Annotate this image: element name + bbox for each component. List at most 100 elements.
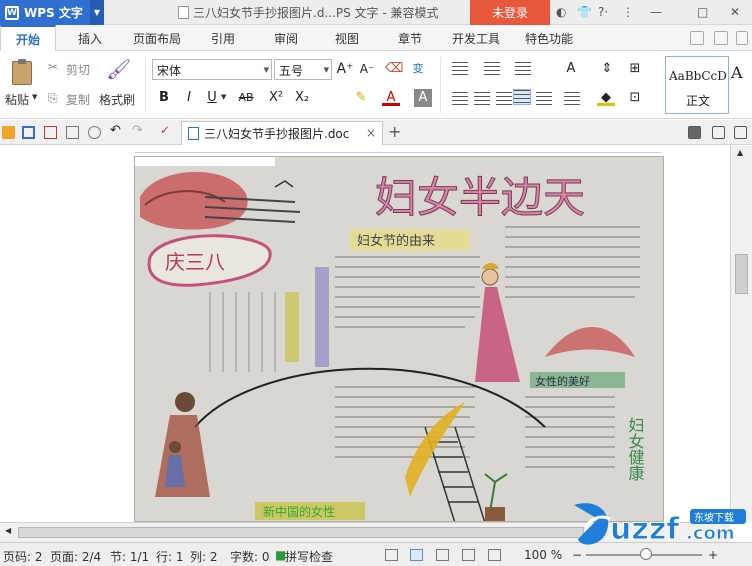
cut-button[interactable]: 剪切 [66,61,90,78]
chevron-down-icon: ▼ [323,66,329,74]
open-folder-icon[interactable] [2,126,15,139]
ribbon-tabs: 开始 插入 页面布局 引用 审阅 视图 章节 开发工具 特色功能 [0,25,752,52]
minimize-icon[interactable]: — [650,4,662,20]
strikethrough-button[interactable]: AB [234,89,258,107]
vertical-scrollbar[interactable]: ▲ [730,146,752,522]
align-center-icon[interactable] [474,92,490,106]
line-spacing-icon[interactable]: ⇕ [598,60,616,78]
more-icon[interactable] [736,31,748,45]
tab-view[interactable]: 视图 [335,25,359,51]
format-painter-button[interactable]: 格式刷 [99,91,135,108]
help-icon[interactable]: ?· [598,4,608,20]
phonetic-icon[interactable]: 变 [409,60,427,78]
sidebar-icon[interactable] [688,126,701,139]
navigation-icon[interactable] [712,126,725,139]
align-left-icon[interactable] [452,92,468,106]
bold-button[interactable]: B [155,89,173,107]
poster-image[interactable]: 庆三八 妇女半边天 妇女节的由来 女性的美好 新中国的女性 妇女健康 [134,156,664,522]
borders-icon[interactable]: ⊡ [626,89,644,107]
tab-references[interactable]: 引用 [211,25,235,51]
zoom-in-icon[interactable]: + [708,548,718,562]
distributed-icon[interactable] [536,92,552,106]
style-gallery-more[interactable]: A [731,63,743,82]
maximize-icon[interactable]: □ [697,4,708,20]
login-button[interactable]: 未登录 [470,0,550,25]
ribbon-options-icon[interactable]: ⋮ [622,4,634,20]
fullscreen-icon[interactable] [385,549,398,561]
print-preview-icon[interactable] [88,126,101,139]
align-right-icon[interactable] [496,92,512,106]
watermark-tag: 东坡下载 [694,511,734,524]
grow-font-icon[interactable]: A⁺ [336,60,354,78]
page-view-icon[interactable] [410,549,423,561]
paste-dropdown-icon[interactable]: ▼ [32,93,37,101]
redo-icon[interactable]: ↷ [132,123,145,138]
shading-icon[interactable]: ◆ [597,89,615,106]
italic-button[interactable]: I [180,89,198,107]
poster-subhead-right: 女性的美好 [535,374,590,388]
table-icon[interactable]: ⊞ [626,60,644,78]
tab-insert[interactable]: 插入 [78,25,102,51]
custom-toolbar-icon[interactable]: ✓ [160,123,173,137]
numbered-list-icon[interactable] [484,62,500,76]
document-canvas[interactable]: 庆三八 妇女半边天 妇女节的由来 女性的美好 新中国的女性 妇女健康 [0,146,730,522]
zoom-out-icon[interactable]: − [572,548,582,562]
tab-features[interactable]: 特色功能 [525,25,573,51]
scroll-left-icon[interactable]: ◀ [5,526,11,535]
collapse-ribbon-icon[interactable] [714,31,728,45]
skin-icon[interactable]: ◐ [556,4,566,20]
shrink-font-icon[interactable]: A⁻ [358,60,376,78]
zoom-value[interactable]: 100 % [524,548,562,562]
spell-check-button[interactable]: 拼写检查 [285,548,333,565]
font-size-select[interactable]: 五号 ▼ [274,59,332,80]
export-pdf-icon[interactable] [44,126,57,139]
status-page[interactable]: 页面: 2/4 [50,548,101,565]
chevron-down-icon[interactable]: ▼ [221,93,226,101]
style-name: 正文 [686,94,711,108]
horizontal-scroll-thumb[interactable] [18,527,584,538]
copy-button[interactable]: 复制 [66,91,90,108]
status-page-code[interactable]: 页码: 2 [3,548,43,565]
clear-format-icon[interactable]: ⌫ [385,60,403,78]
status-words[interactable]: 字数: 0 [230,548,270,565]
paste-button[interactable] [6,59,40,87]
close-icon[interactable]: ✕ [730,4,740,20]
print-icon[interactable] [66,126,79,139]
decrease-indent-icon[interactable] [515,62,531,76]
vertical-scroll-thumb[interactable] [735,254,748,294]
tab-home[interactable]: 开始 [0,25,56,52]
subscript-button[interactable]: X₂ [292,89,312,107]
document-tab[interactable]: 三八妇女节手抄报图片.doc × [181,121,383,145]
close-tab-icon[interactable]: × [366,126,376,140]
app-menu-button[interactable]: W WPS 文字 ▼ [0,0,104,25]
zoom-slider-knob[interactable] [640,548,653,560]
outline-view-icon[interactable] [436,549,449,561]
settings-icon[interactable] [734,126,747,139]
tab-chapter[interactable]: 章节 [398,25,422,51]
share-icon[interactable] [690,31,704,45]
tab-developer[interactable]: 开发工具 [452,25,500,51]
web-view-icon[interactable] [488,549,501,561]
new-tab-button[interactable]: + [388,122,401,141]
justify-icon[interactable] [513,89,531,105]
scroll-up-icon[interactable]: ▲ [737,148,743,157]
text-direction-icon[interactable]: A [562,60,580,78]
undo-icon[interactable]: ↶ [110,123,123,138]
paragraph-spacing-icon[interactable] [564,92,580,106]
paste-label[interactable]: 粘贴 [5,91,29,108]
reading-view-icon[interactable] [462,549,475,561]
superscript-button[interactable]: X² [266,89,286,107]
highlight-icon[interactable]: ✎ [352,89,370,107]
chevron-down-icon[interactable]: ▼ [90,0,104,25]
tab-review[interactable]: 审阅 [274,25,298,51]
shirt-icon[interactable]: 👕 [577,4,592,20]
tab-page-layout[interactable]: 页面布局 [133,25,181,51]
underline-button[interactable]: U [203,89,221,107]
divider [145,57,146,113]
font-name-select[interactable]: 宋体 ▼ [152,59,272,80]
save-icon[interactable] [22,126,35,139]
char-shading-icon[interactable]: A [414,89,432,107]
style-normal[interactable]: AaBbCcD 正文 [665,56,729,114]
font-color-icon[interactable]: A [382,89,400,106]
bullet-list-icon[interactable] [452,62,468,76]
